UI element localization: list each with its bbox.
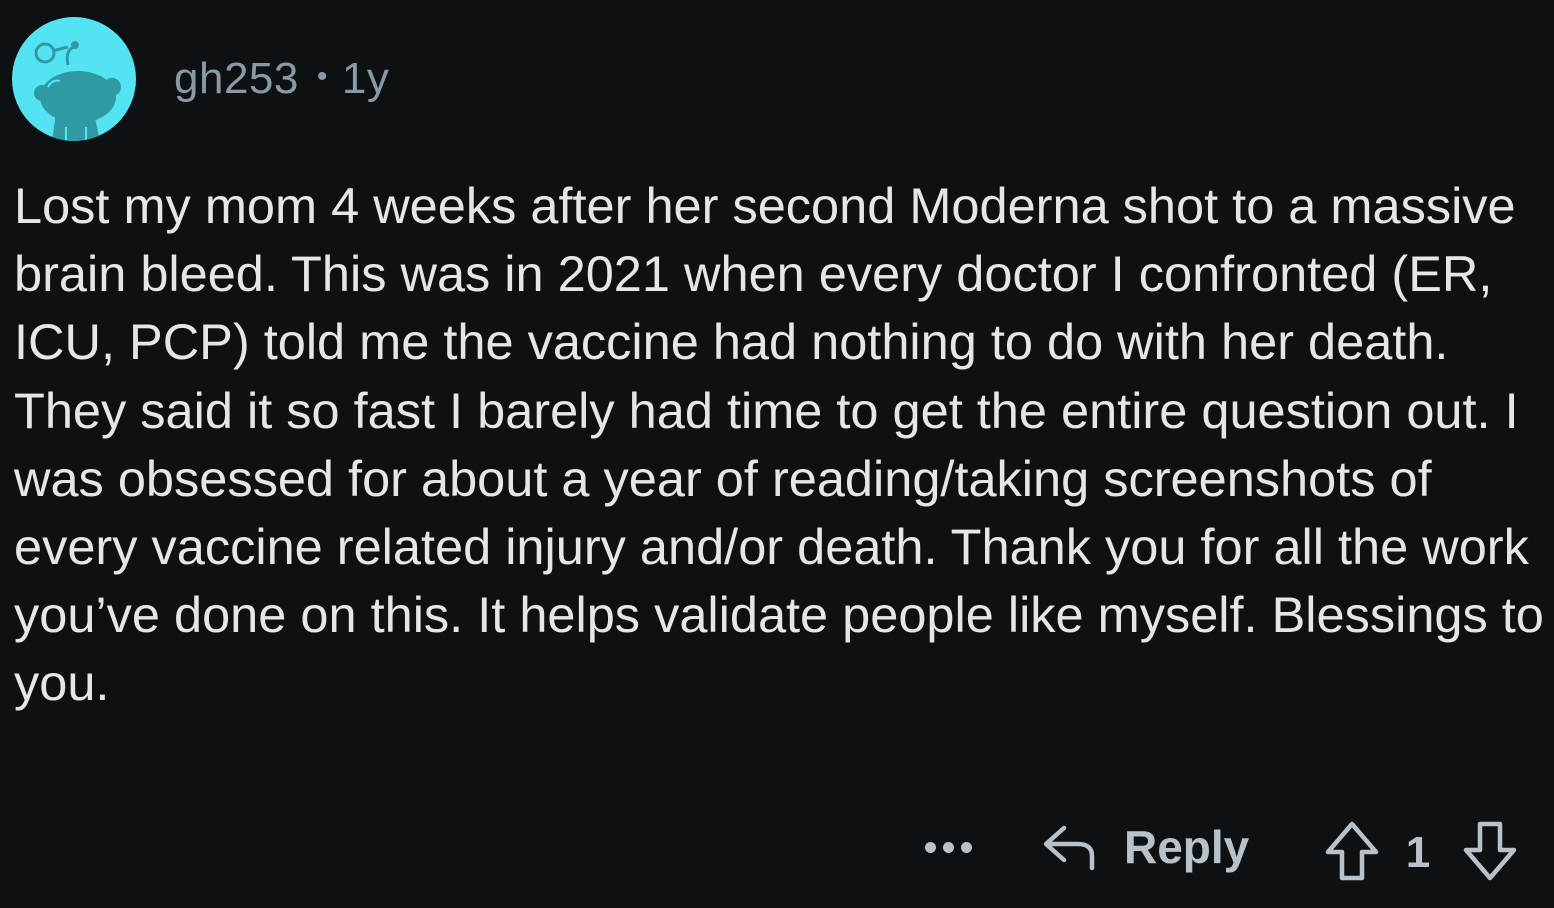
reply-label: Reply <box>1124 821 1250 873</box>
downvote-button[interactable] <box>1460 820 1520 882</box>
avatar[interactable] <box>12 17 136 141</box>
more-horizontal-icon <box>924 841 936 853</box>
reply-button[interactable]: Reply <box>1040 816 1249 878</box>
upvote-arrow-icon <box>1325 821 1379 881</box>
upvote-button[interactable] <box>1322 820 1382 882</box>
comment-body: Lost my mom 4 weeks after her second Mod… <box>14 177 1544 712</box>
comment-actions: Reply 1 <box>0 810 1554 884</box>
more-options-button[interactable] <box>918 828 978 866</box>
comment-header: gh253 • 1y <box>12 17 389 141</box>
comment-meta: gh253 • 1y <box>174 54 389 104</box>
vote-score: 1 <box>1405 828 1431 877</box>
more-horizontal-icon-dot <box>960 841 972 853</box>
downvote-arrow-icon <box>1463 821 1517 881</box>
more-horizontal-icon-dot <box>942 841 954 853</box>
comment: gh253 • 1y Lost my mom 4 weeks after her… <box>0 0 1554 908</box>
username-link[interactable]: gh253 <box>174 54 299 104</box>
reply-arrow-icon <box>1043 825 1095 871</box>
meta-separator: • <box>316 60 328 93</box>
comment-age: 1y <box>341 54 390 103</box>
snoo-avatar-icon <box>34 41 121 141</box>
